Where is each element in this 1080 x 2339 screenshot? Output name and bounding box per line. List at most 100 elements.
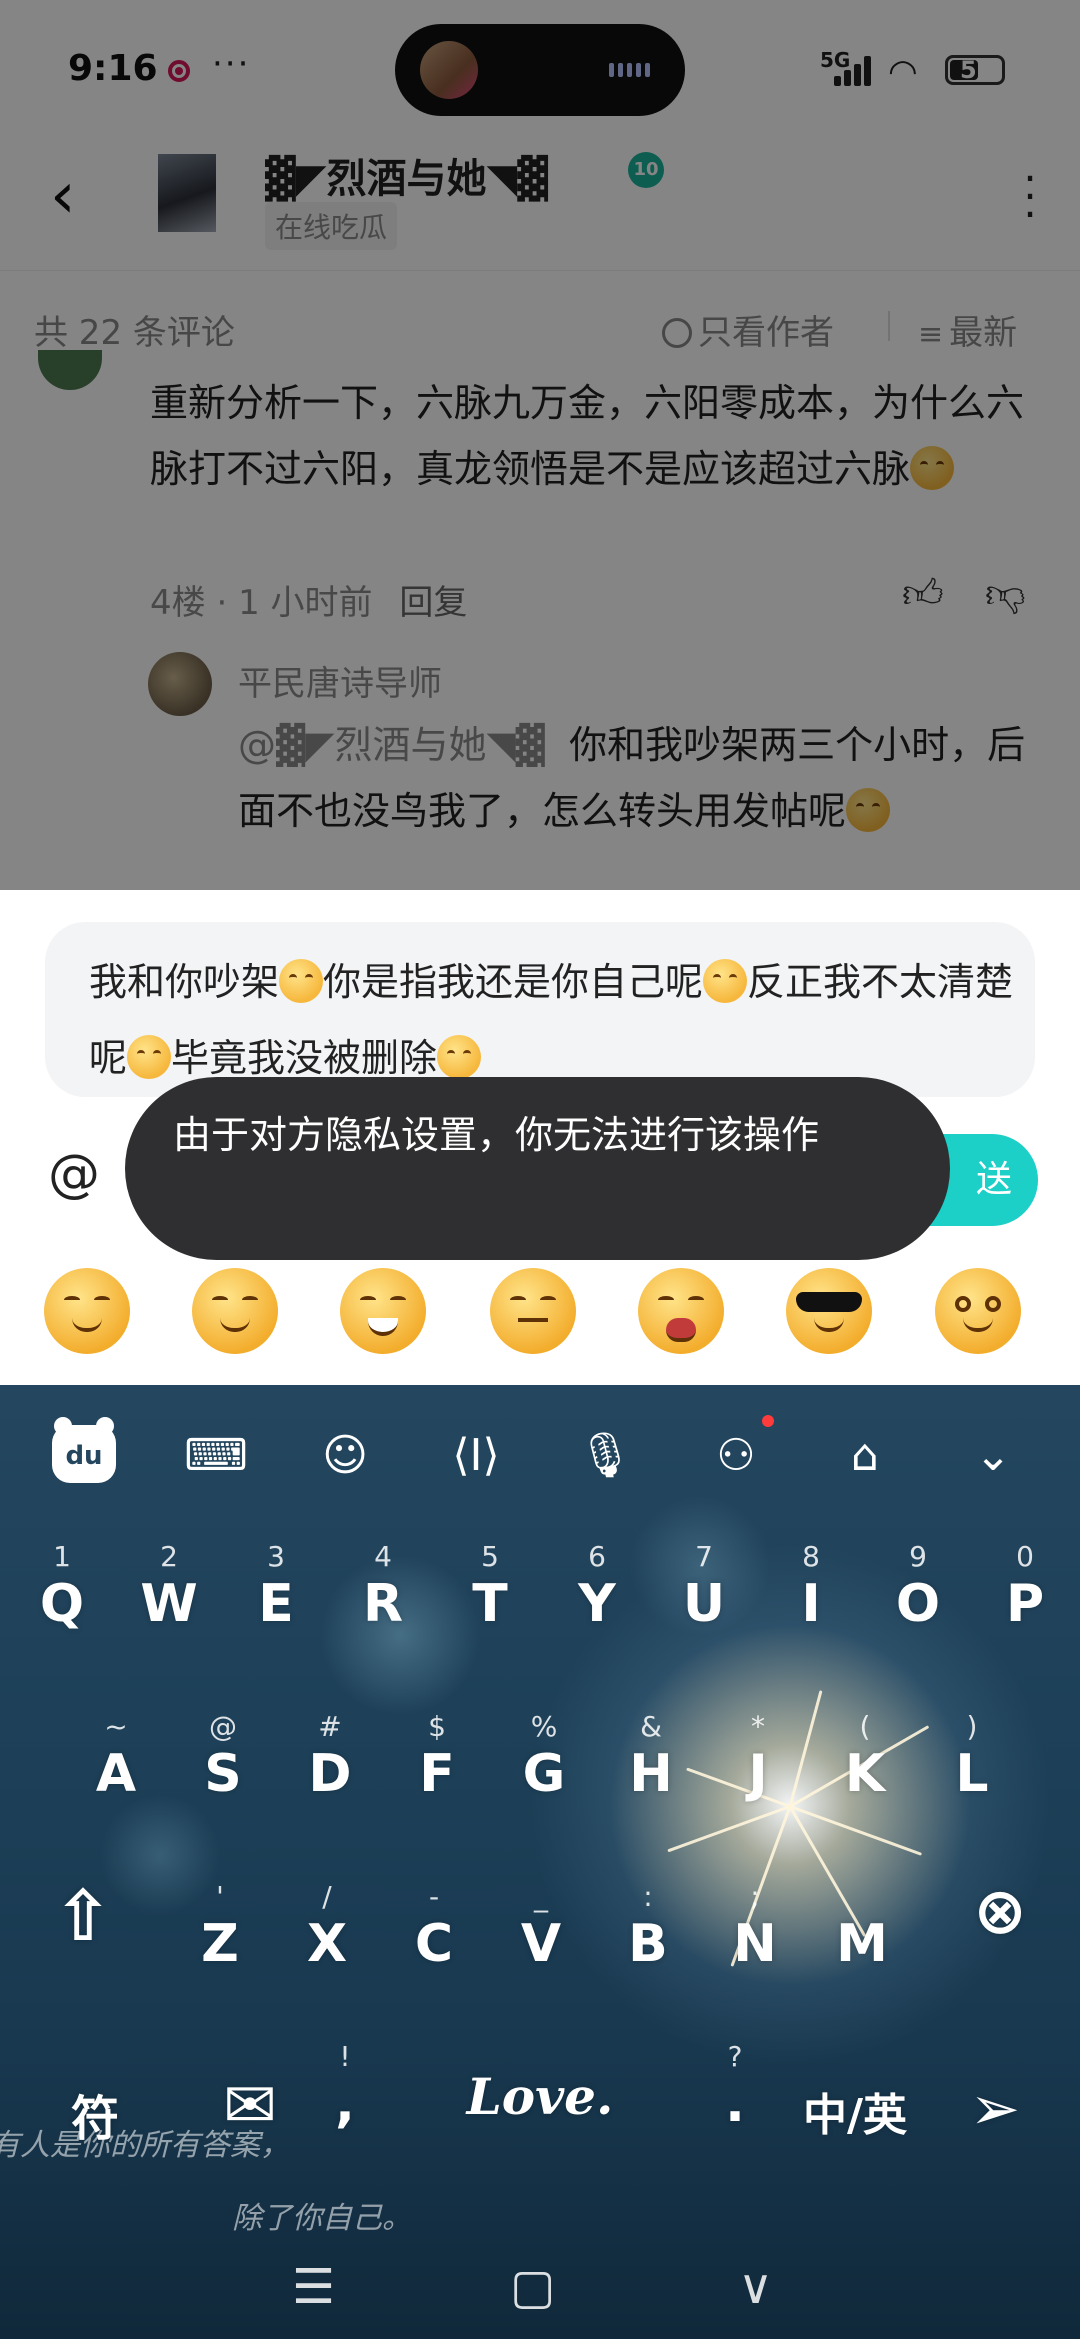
key-label: X: [306, 1914, 348, 1974]
sunglasses-emoji-icon[interactable]: [786, 1268, 872, 1354]
key-hint: $: [428, 1710, 446, 1743]
comma-hint: !: [339, 2040, 351, 2073]
key-label: C: [414, 1914, 454, 1974]
send-key[interactable]: ➢: [935, 2040, 1055, 2150]
cursor-move-icon[interactable]: ⟨I⟩: [443, 1423, 509, 1489]
teary-emoji-icon[interactable]: [935, 1268, 1021, 1354]
key-hint: ': [216, 1880, 224, 1913]
key-q[interactable]: 1Q: [12, 1540, 112, 1650]
key-b[interactable]: :B: [598, 1880, 698, 1990]
ai-assist-icon[interactable]: ⌂: [832, 1423, 898, 1489]
key-label: A: [95, 1744, 137, 1804]
grin-emoji-icon[interactable]: [340, 1268, 426, 1354]
key-t[interactable]: 5T: [440, 1540, 540, 1650]
key-n[interactable]: ; N: [705, 1880, 805, 1990]
back-chevron-icon[interactable]: ∨: [738, 2259, 773, 2315]
modal-scrim[interactable]: [0, 0, 1080, 890]
language-switch-label: 中/英: [802, 2090, 908, 2141]
key-u[interactable]: 7U: [654, 1540, 754, 1650]
emoji-quick-row: [0, 1268, 1080, 1378]
reply-panel: 我和你吵架 你是指我还是你自己呢 反正我不太清楚呢 毕竟我没被删除 @ 送 由于对方隐…: [0, 890, 1080, 1385]
space-key-label: Love.: [466, 2067, 614, 2126]
key-o[interactable]: 9O: [868, 1540, 968, 1650]
key-hint: 0: [1016, 1540, 1034, 1573]
key-d[interactable]: # D: [280, 1710, 380, 1820]
post-detail-page: 9:16 ··· 5G ◠ 51 ‹ ▓◤烈酒与她◥▓ 10 在线吃瓜 · · · …: [0, 0, 1080, 890]
wink-emoji-icon[interactable]: [192, 1268, 278, 1354]
cupcake-shift-icon: ⇧: [53, 1875, 113, 1957]
language-switch-key[interactable]: 中/英: [780, 2045, 930, 2155]
key-label: L: [955, 1744, 989, 1804]
mention-button[interactable]: @: [48, 1144, 100, 1204]
key-label: F: [419, 1744, 455, 1804]
input-segment: 你是指我还是你自己呢: [323, 960, 704, 1004]
meh-emoji-icon[interactable]: [490, 1268, 576, 1354]
input-segment: 我和你吵架: [89, 960, 280, 1004]
period-key[interactable]: ? .: [690, 2040, 780, 2150]
key-c[interactable]: -C: [384, 1880, 484, 1990]
key-label: M: [836, 1914, 888, 1974]
privacy-toast: 由于对方隐私设置，你无法进行该操作: [125, 1077, 950, 1260]
key-hint: &: [640, 1710, 662, 1743]
key-f[interactable]: $ F: [387, 1710, 487, 1820]
key-label: K: [844, 1744, 886, 1804]
paper-plane-icon: ➢: [969, 2074, 1021, 2144]
space-key[interactable]: Love.: [420, 2015, 660, 2155]
comma-key[interactable]: ! ,: [300, 2040, 390, 2150]
menu-icon[interactable]: ☰: [292, 2259, 335, 2315]
microphone-icon[interactable]: 🎙︎: [572, 1423, 638, 1489]
key-label: I: [801, 1574, 821, 1634]
key-w[interactable]: 2W: [119, 1540, 219, 1650]
key-hint: 4: [374, 1540, 392, 1573]
smirk-emoji-icon: [279, 959, 324, 1003]
key-r[interactable]: 4R: [333, 1540, 433, 1650]
soft-keyboard: du ⌨ ☺ ⟨I⟩ 🎙︎ ⚇ ⌂ ⌄ 1Q2W3E4R5T6Y7U8I9O0P…: [0, 1385, 1080, 2339]
key-a[interactable]: ~ A: [66, 1710, 166, 1820]
skin-shop-icon[interactable]: ⚇: [703, 1423, 769, 1489]
key-j[interactable]: * J: [708, 1710, 808, 1820]
shout-emoji-icon[interactable]: [638, 1268, 724, 1354]
key-l[interactable]: ) L: [922, 1710, 1022, 1820]
smirk-emoji-icon: [703, 959, 748, 1003]
smirk-emoji-icon[interactable]: [44, 1268, 130, 1354]
key-g[interactable]: % G: [494, 1710, 594, 1820]
home-square-icon[interactable]: ▢: [510, 2259, 555, 2315]
key-m[interactable]: M: [812, 1880, 912, 1990]
reply-input[interactable]: 我和你吵架 你是指我还是你自己呢 反正我不太清楚呢 毕竟我没被删除: [45, 922, 1035, 1097]
key-i[interactable]: 8I: [761, 1540, 861, 1650]
key-hint: *: [751, 1710, 765, 1743]
delete-key[interactable]: ⊗: [940, 1865, 1060, 1975]
key-hint: ;: [750, 1880, 760, 1913]
shift-key[interactable]: ⇧: [18, 1865, 148, 1975]
key-hint: 2: [160, 1540, 178, 1573]
hide-keyboard-icon[interactable]: ⌄: [960, 1423, 1026, 1489]
key-label: P: [1005, 1574, 1045, 1634]
keyboard-layout-icon[interactable]: ⌨: [183, 1423, 249, 1489]
key-label: H: [629, 1744, 673, 1804]
period-hint: ?: [727, 2040, 743, 2073]
key-h[interactable]: & H: [601, 1710, 701, 1820]
key-y[interactable]: 6Y: [547, 1540, 647, 1650]
du-logo-icon[interactable]: du: [52, 1417, 116, 1483]
key-label: U: [682, 1574, 726, 1634]
input-segment: 毕竟我没被删除: [171, 1036, 438, 1080]
key-hint: 3: [267, 1540, 285, 1573]
key-label: E: [258, 1574, 294, 1634]
key-e[interactable]: 3E: [226, 1540, 326, 1650]
reply-input-text: 我和你吵架 你是指我还是你自己呢 反正我不太清楚呢 毕竟我没被删除: [89, 944, 1019, 1096]
comma-label: ,: [335, 2074, 355, 2134]
key-z[interactable]: ' Z: [170, 1880, 270, 1990]
notification-dot: [762, 1415, 774, 1427]
key-v[interactable]: _ V: [491, 1880, 591, 1990]
key-k[interactable]: (K: [815, 1710, 915, 1820]
wallpaper-caption-1: 有人是你的所有答案，: [0, 2128, 290, 2163]
key-hint: #: [318, 1710, 342, 1743]
emoji-icon[interactable]: ☺: [312, 1423, 378, 1489]
key-hint: 9: [909, 1540, 927, 1573]
key-s[interactable]: @ S: [173, 1710, 273, 1820]
key-hint: ): [966, 1710, 978, 1743]
key-p[interactable]: 0P: [975, 1540, 1075, 1650]
key-x[interactable]: / X: [277, 1880, 377, 1990]
wink-emoji-icon: [127, 1035, 172, 1079]
key-hint: (: [859, 1710, 871, 1743]
